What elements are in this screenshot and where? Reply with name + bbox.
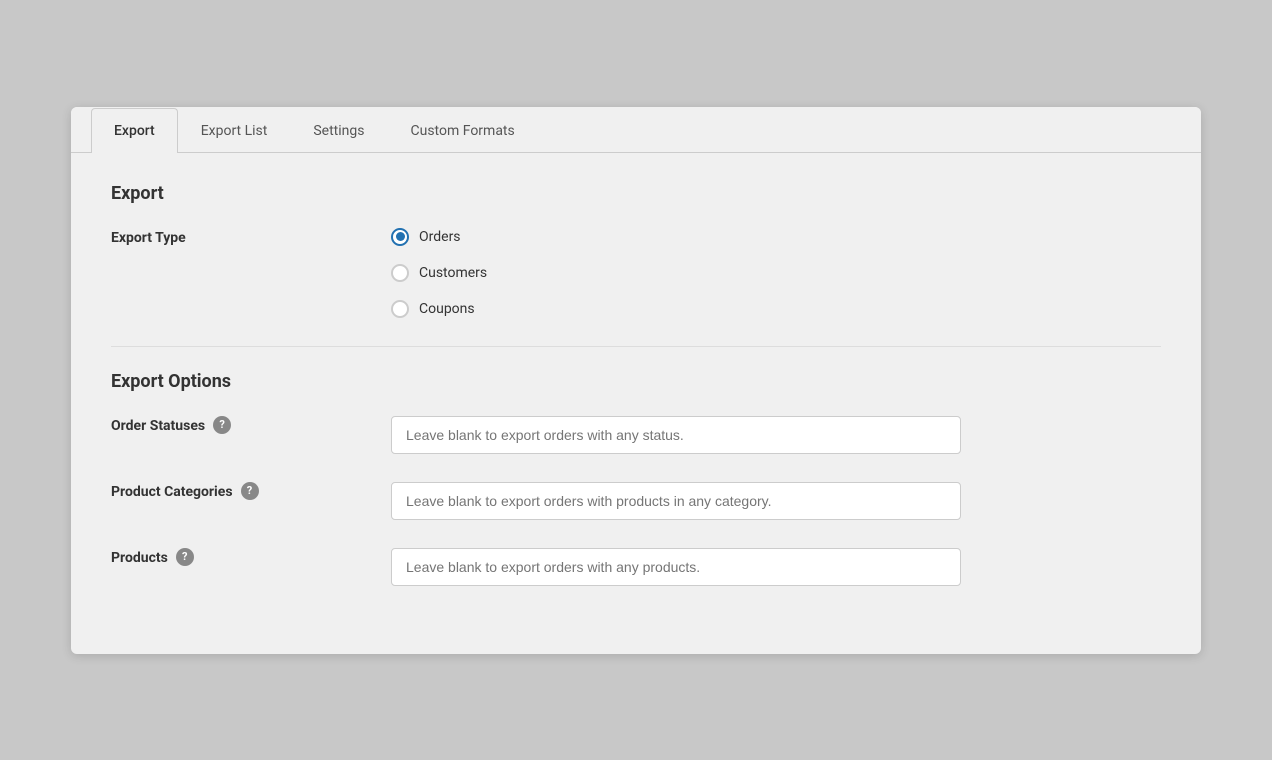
radio-coupons-label: Coupons <box>419 301 475 317</box>
order-statuses-label-group: Order Statuses ? <box>111 416 391 434</box>
export-section-title: Export <box>111 183 1161 204</box>
radio-coupons[interactable] <box>391 300 409 318</box>
order-statuses-field <box>391 416 961 454</box>
export-type-row: Export Type Orders Customers <box>111 228 1161 318</box>
products-row: Products ? <box>111 548 1161 586</box>
tab-content: Export Export Type Orders Customers <box>71 153 1201 654</box>
order-statuses-input[interactable] <box>391 416 961 454</box>
radio-orders-label: Orders <box>419 229 461 245</box>
products-field <box>391 548 961 586</box>
radio-option-coupons[interactable]: Coupons <box>391 300 961 318</box>
order-statuses-label: Order Statuses <box>111 416 205 434</box>
radio-option-customers[interactable]: Customers <box>391 264 961 282</box>
tab-bar: Export Export List Settings Custom Forma… <box>71 107 1201 153</box>
radio-orders[interactable] <box>391 228 409 246</box>
tab-export-list[interactable]: Export List <box>178 108 291 153</box>
export-type-field: Orders Customers Coupons <box>391 228 961 318</box>
tab-custom-formats[interactable]: Custom Formats <box>387 108 537 153</box>
products-help-icon[interactable]: ? <box>176 548 194 566</box>
products-input[interactable] <box>391 548 961 586</box>
product-categories-label-group: Product Categories ? <box>111 482 391 500</box>
product-categories-row: Product Categories ? <box>111 482 1161 520</box>
order-statuses-row: Order Statuses ? <box>111 416 1161 454</box>
export-options-title: Export Options <box>111 371 1161 392</box>
section-divider <box>111 346 1161 347</box>
product-categories-field <box>391 482 961 520</box>
export-type-radio-group: Orders Customers Coupons <box>391 228 961 318</box>
radio-customers-label: Customers <box>419 265 487 281</box>
products-label: Products <box>111 548 168 566</box>
product-categories-help-icon[interactable]: ? <box>241 482 259 500</box>
radio-customers[interactable] <box>391 264 409 282</box>
radio-orders-dot <box>396 232 405 241</box>
product-categories-label: Product Categories <box>111 482 233 500</box>
order-statuses-help-icon[interactable]: ? <box>213 416 231 434</box>
product-categories-input[interactable] <box>391 482 961 520</box>
tab-settings[interactable]: Settings <box>290 108 387 153</box>
main-panel: Export Export List Settings Custom Forma… <box>71 107 1201 654</box>
radio-option-orders[interactable]: Orders <box>391 228 961 246</box>
products-label-group: Products ? <box>111 548 391 566</box>
tab-export[interactable]: Export <box>91 108 178 153</box>
export-type-label: Export Type <box>111 228 391 246</box>
export-options-section: Export Options Order Statuses ? Product … <box>111 371 1161 586</box>
